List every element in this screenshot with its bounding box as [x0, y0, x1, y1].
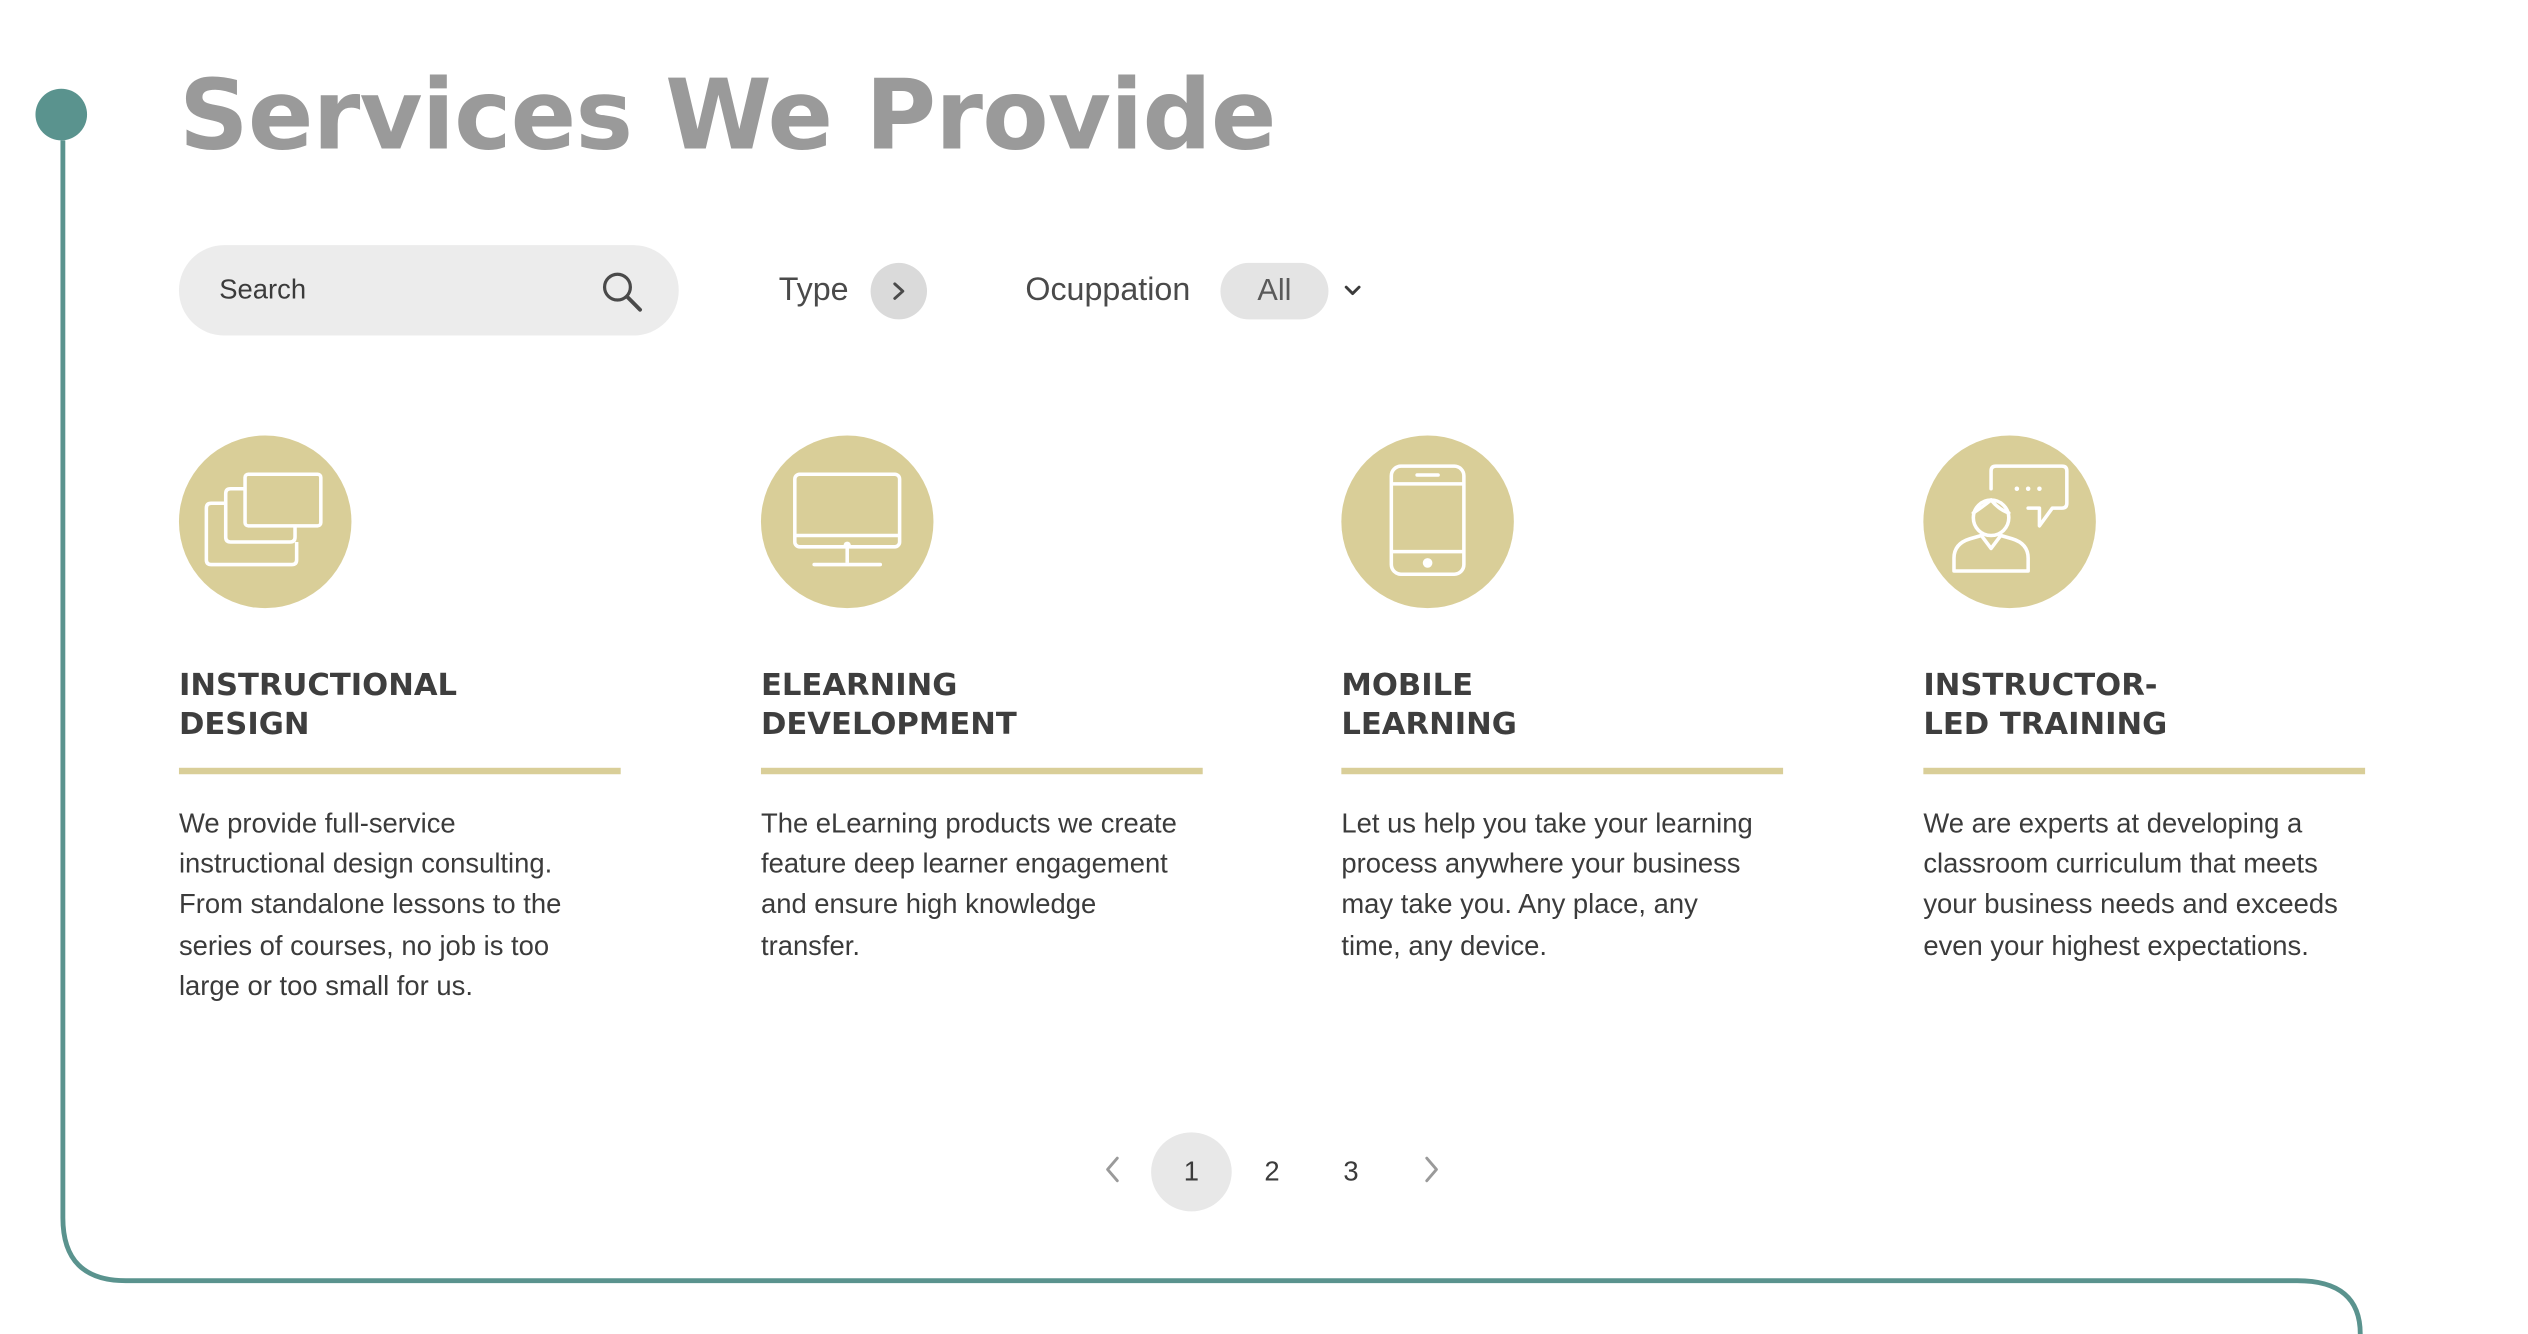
service-card-instructor-led-training: INSTRUCTOR- LED TRAINING We are experts …: [1923, 435, 2366, 961]
title-divider: [178, 767, 621, 775]
page-2-button[interactable]: 2: [1232, 1132, 1313, 1211]
smartphone-icon: [1341, 435, 1514, 609]
service-title: ELEARNING DEVELOPMENT: [760, 667, 1017, 742]
occupation-filter-label: Ocuppation: [1025, 272, 1191, 309]
search-box[interactable]: [178, 245, 679, 336]
service-description: The eLearning products we create feature…: [760, 808, 1177, 961]
chevron-down-icon[interactable]: [1343, 282, 1362, 298]
instructor-speech-icon: [1923, 435, 2096, 609]
service-title: INSTRUCTIONAL DESIGN: [178, 667, 458, 742]
type-filter-button[interactable]: [870, 262, 928, 320]
search-icon[interactable]: [601, 271, 643, 313]
previous-page-icon[interactable]: [1101, 1153, 1124, 1185]
service-title: INSTRUCTOR- LED TRAINING: [1923, 667, 2168, 742]
next-page-icon[interactable]: [1420, 1153, 1443, 1185]
search-input[interactable]: [219, 245, 602, 336]
page-title: Services We Provide: [178, 59, 1277, 173]
service-title: MOBILE LEARNING: [1341, 667, 1517, 742]
occupation-select[interactable]: All: [1220, 262, 1329, 320]
service-card-instructional-design: INSTRUCTIONAL DESIGN We provide full-ser…: [178, 435, 621, 1001]
title-divider: [1923, 767, 2366, 775]
title-divider: [760, 767, 1203, 775]
services-page: Services We Provide Type Ocuppation All …: [0, 0, 2528, 1334]
service-description: We are experts at developing a classroom…: [1923, 808, 2338, 961]
page-1-button[interactable]: 1: [1151, 1132, 1232, 1212]
type-filter-label: Type: [778, 272, 849, 309]
title-divider: [1341, 767, 1784, 775]
service-card-elearning-development: ELEARNING DEVELOPMENT The eLearning prod…: [760, 435, 1203, 961]
service-description: We provide full-service instructional de…: [178, 808, 562, 1002]
service-description: Let us help you take your learning proce…: [1341, 808, 1753, 961]
chevron-right-icon: [893, 282, 905, 300]
desktop-monitor-icon: [760, 435, 934, 609]
service-card-mobile-learning: MOBILE LEARNING Let us help you take you…: [1341, 435, 1784, 961]
page-3-button[interactable]: 3: [1311, 1132, 1392, 1211]
stacked-windows-icon: [178, 435, 352, 609]
